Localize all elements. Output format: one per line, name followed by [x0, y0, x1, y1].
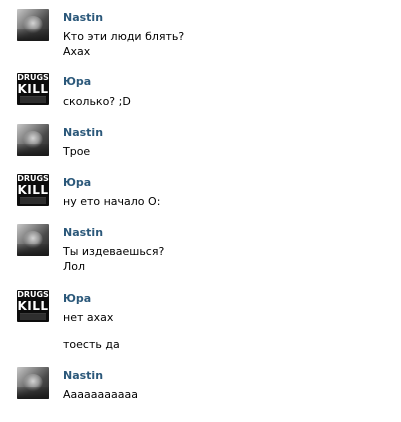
avatar-shade: [17, 29, 49, 41]
user-avatar[interactable]: DRUGS KILL: [17, 73, 49, 105]
message-text: Кто эти люди блять?: [63, 30, 185, 43]
user-avatar[interactable]: [17, 224, 49, 256]
avatar-shade: [17, 244, 49, 256]
message-text: тоесть да: [63, 338, 120, 351]
author-name[interactable]: Nastin: [63, 11, 103, 24]
user-avatar[interactable]: [17, 367, 49, 399]
author-name[interactable]: Nastin: [63, 226, 103, 239]
avatar-logo-text: DRUGS: [17, 290, 49, 299]
avatar-logo-text: KILL: [17, 82, 49, 96]
message-history: Nastin Кто эти люди блять? Ахах DRUGS KI…: [0, 0, 401, 422]
avatar-shade: [17, 387, 49, 399]
message-text: ну ето начало О:: [63, 195, 161, 208]
avatar-logo-stripe: [20, 96, 46, 103]
user-avatar[interactable]: DRUGS KILL: [17, 290, 49, 322]
avatar-logo-stripe: [20, 313, 46, 320]
avatar-logo-text: KILL: [17, 299, 49, 313]
user-avatar[interactable]: DRUGS KILL: [17, 174, 49, 206]
user-avatar[interactable]: [17, 124, 49, 156]
message-text: Ааааааааааа: [63, 388, 138, 401]
message-text: Ты издеваешься?: [63, 245, 165, 258]
avatar-shade: [17, 144, 49, 156]
author-name[interactable]: Юра: [63, 292, 91, 305]
user-avatar[interactable]: [17, 9, 49, 41]
author-name[interactable]: Юра: [63, 75, 91, 88]
author-name[interactable]: Nastin: [63, 126, 103, 139]
avatar-logo-stripe: [20, 197, 46, 204]
author-name[interactable]: Nastin: [63, 369, 103, 382]
message-text: Трое: [63, 145, 91, 158]
avatar-logo-text: KILL: [17, 183, 49, 197]
avatar-logo-text: DRUGS: [17, 174, 49, 183]
message-text: сколько? ;D: [63, 95, 131, 108]
message-text: Лол: [63, 260, 86, 273]
message-text: Ахах: [63, 45, 91, 58]
author-name[interactable]: Юра: [63, 176, 91, 189]
avatar-logo-text: DRUGS: [17, 73, 49, 82]
message-text: нет ахах: [63, 311, 114, 324]
